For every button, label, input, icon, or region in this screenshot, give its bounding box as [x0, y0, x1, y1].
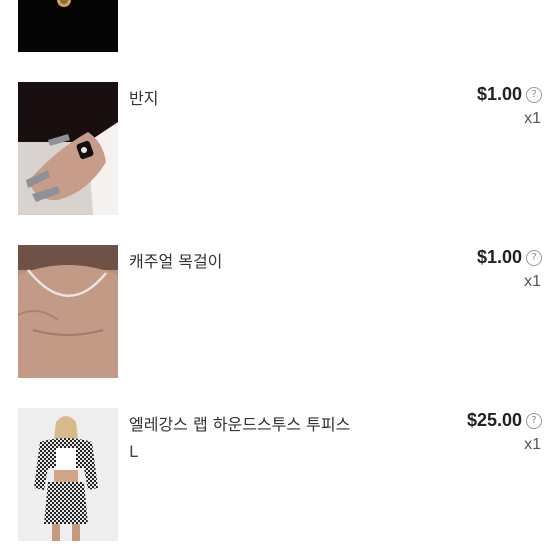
product-quantity: x1 — [524, 436, 541, 453]
product-price: $1.00 — [476, 84, 522, 104]
question-circle-icon[interactable]: ? — [526, 86, 542, 103]
question-circle-icon[interactable]: ? — [526, 412, 542, 429]
product-image[interactable] — [18, 408, 118, 541]
product-quantity: x1 — [524, 110, 541, 127]
product-image[interactable] — [18, 245, 118, 378]
product-variant: L — [129, 442, 138, 461]
price-row: $25.00 ? — [467, 410, 542, 431]
product-name[interactable]: 엘레강스 랩 하운드스투스 투피스 — [129, 411, 350, 435]
product-image[interactable] — [18, 82, 118, 215]
price-row: $1.00 ? — [477, 247, 542, 268]
product-name[interactable]: 반지 — [129, 85, 158, 109]
product-price: $1.00 — [476, 247, 522, 267]
price-row: $1.00 ? — [477, 84, 542, 105]
product-quantity: x1 — [524, 273, 541, 290]
question-circle-icon[interactable]: ? — [526, 249, 542, 266]
product-price: $25.00 — [466, 410, 522, 430]
product-image[interactable] — [18, 0, 118, 52]
product-name[interactable]: 캐주얼 목걸이 — [129, 248, 222, 272]
